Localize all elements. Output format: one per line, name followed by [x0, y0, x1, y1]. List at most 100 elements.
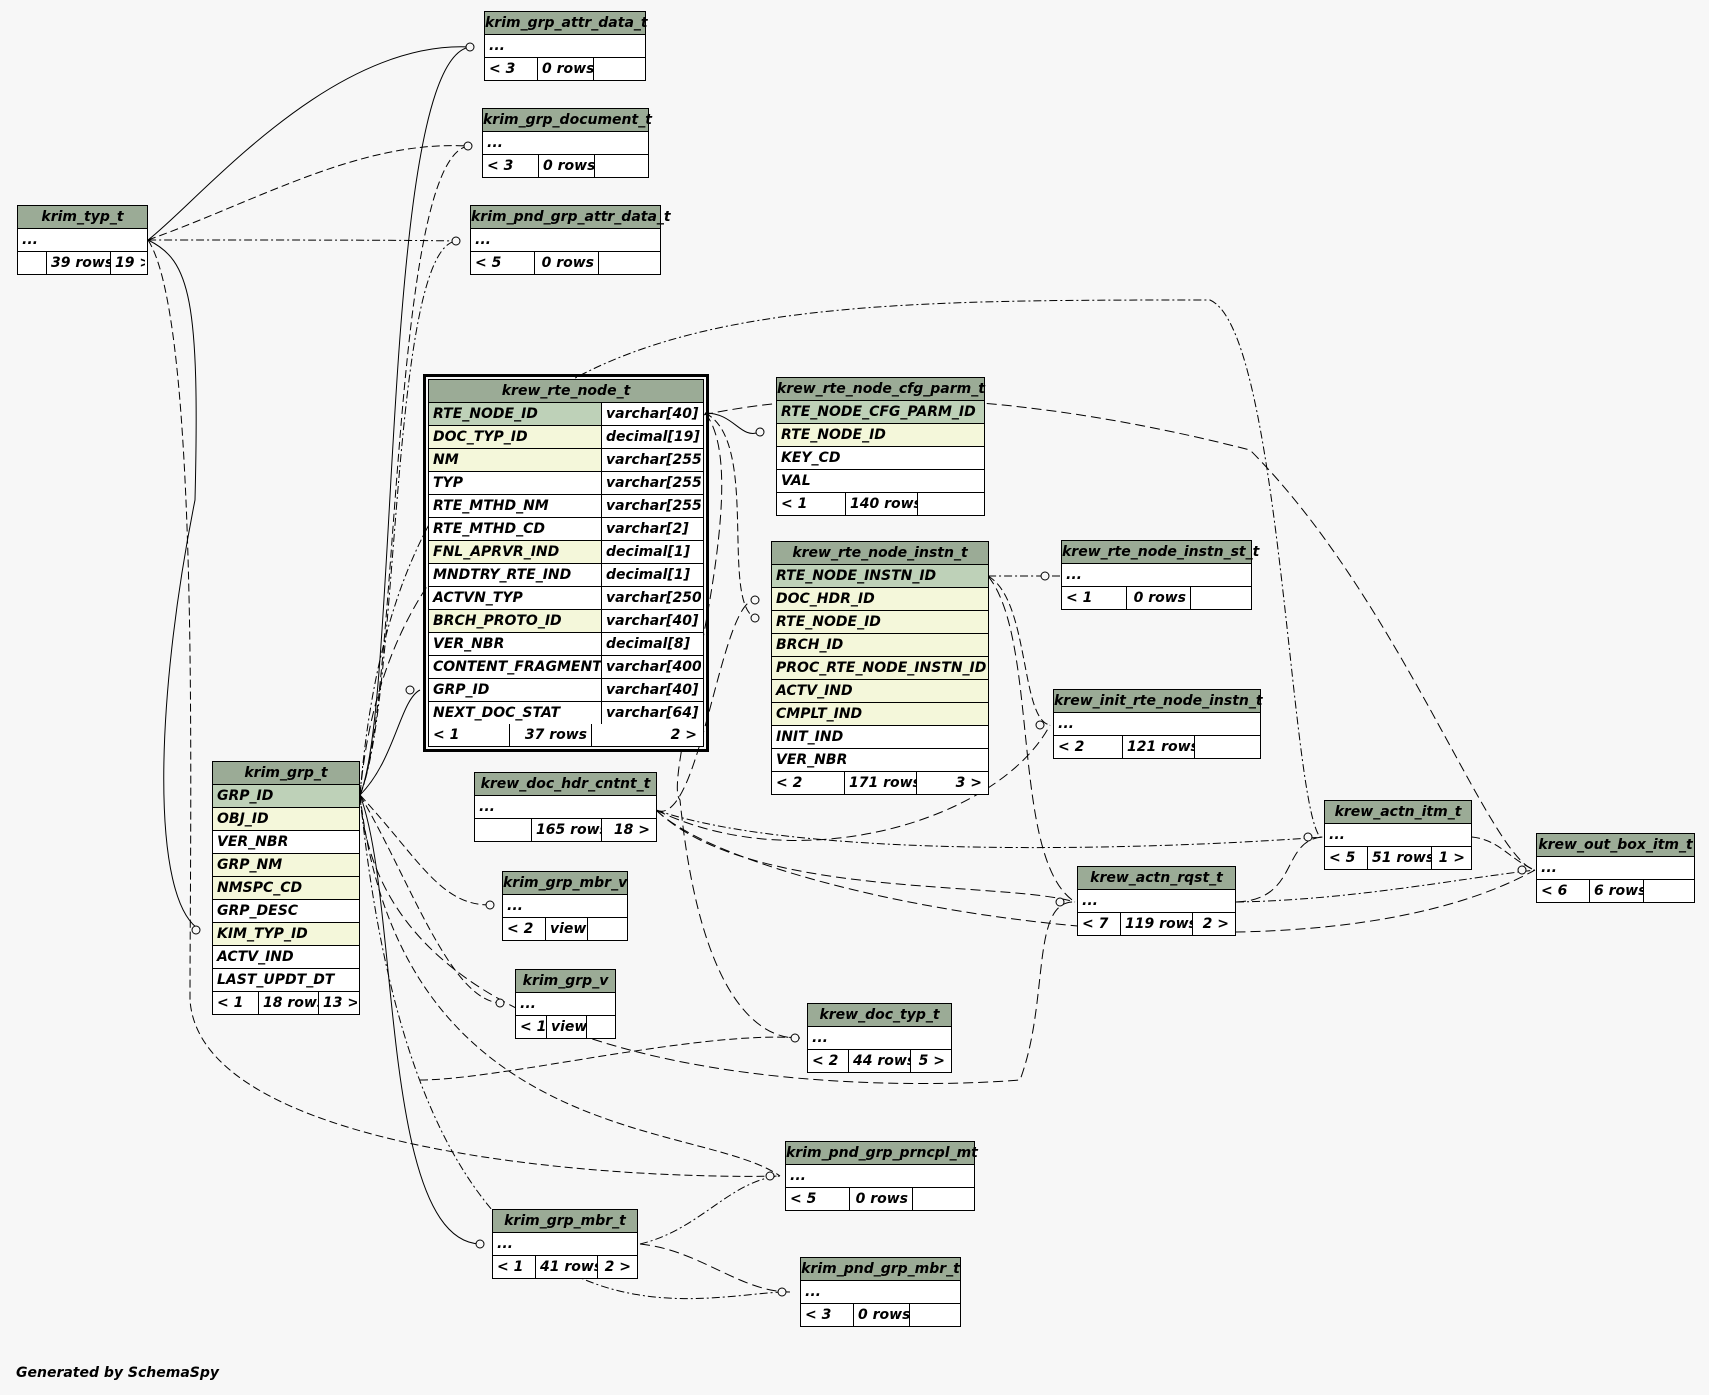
children-count[interactable] [912, 1188, 972, 1210]
table-krew-rte-node-instn-t[interactable]: krew_rte_node_instn_t RTE_NODE_INSTN_ID … [771, 541, 989, 795]
table-krim-grp-t[interactable]: krim_grp_t GRP_ID OBJ_ID VER_NBR GRP_NM … [212, 761, 360, 1015]
column-type: decimal[1] [601, 541, 701, 563]
children-count[interactable]: 19 > [110, 252, 145, 274]
table-krim-grp-v[interactable]: krim_grp_v ... < 1 view [515, 969, 616, 1039]
column-row: TYP varchar[255] [429, 472, 703, 495]
table-krew-rte-node-instn-st-t[interactable]: krew_rte_node_instn_st_t ... < 1 0 rows [1061, 540, 1259, 610]
row-count: 39 rows [46, 252, 110, 274]
column-name: RTE_NODE_ID [781, 427, 886, 443]
row-count: 171 rows [844, 772, 916, 794]
table-krew-out-box-itm-t[interactable]: krew_out_box_itm_t ... < 6 6 rows [1536, 833, 1695, 903]
parents-count[interactable] [475, 819, 531, 841]
column-type: varchar[255] [601, 449, 701, 471]
parents-count[interactable]: < 5 [786, 1188, 849, 1210]
column-type: decimal[1] [601, 564, 701, 586]
parents-count[interactable]: < 7 [1078, 913, 1120, 935]
column-name: KEY_CD [781, 450, 841, 466]
table-krim-typ-t[interactable]: krim_typ_t ... 39 rows 19 > [17, 205, 148, 275]
table-krew-doc-typ-t[interactable]: krew_doc_typ_t ... < 2 44 rows 5 > [807, 1003, 952, 1073]
table-krim-grp-attr-data-t[interactable]: krim_grp_attr_data_t ... < 3 0 rows [484, 11, 648, 81]
column-name: RTE_MTHD_NM [433, 498, 549, 514]
table-krew-actn-rqst-t[interactable]: krew_actn_rqst_t ... < 7 119 rows 2 > [1077, 866, 1236, 936]
parents-count[interactable]: < 1 [516, 1016, 546, 1038]
table-krim-grp-mbr-t[interactable]: krim_grp_mbr_t ... < 1 41 rows 2 > [492, 1209, 638, 1279]
column-name: BRCH_ID [776, 637, 844, 653]
table-title: krew_actn_rqst_t [1078, 867, 1235, 890]
row-count: 0 rows [538, 155, 594, 177]
children-count[interactable]: 2 > [591, 724, 701, 746]
row-count: 140 rows [845, 493, 917, 515]
children-count[interactable]: 18 > [601, 819, 654, 841]
table-krim-pnd-grp-attr-data-t[interactable]: krim_pnd_grp_attr_data_t ... < 5 0 rows [470, 205, 671, 275]
edge-rqst-actn-itm [1235, 836, 1324, 903]
children-count[interactable] [586, 1016, 613, 1038]
parents-count[interactable] [18, 252, 46, 274]
table-krew-init-rte-node-instn-t[interactable]: krew_init_rte_node_instn_t ... < 2 121 r… [1053, 689, 1263, 759]
parents-count[interactable]: < 2 [503, 918, 545, 940]
children-count[interactable] [598, 252, 658, 274]
column-name: GRP_ID [217, 788, 274, 804]
column-name: RTE_NODE_ID [429, 403, 601, 425]
table-krew-actn-itm-t[interactable]: krew_actn_itm_t ... < 5 51 rows 1 > [1324, 800, 1472, 870]
parents-count[interactable]: < 1 [213, 992, 258, 1014]
column-name: VAL [781, 473, 811, 489]
parents-count[interactable]: < 3 [485, 58, 537, 80]
table-title: krim_grp_mbr_v [503, 872, 627, 895]
column-name: MNDTRY_RTE_IND [433, 567, 572, 583]
row-count: view [546, 1016, 586, 1038]
row-count: 0 rows [1126, 587, 1190, 609]
children-count[interactable]: 1 > [1431, 847, 1469, 869]
children-count[interactable] [1190, 587, 1249, 609]
children-count[interactable] [593, 58, 643, 80]
table-krim-pnd-grp-prncpl-mt[interactable]: krim_pnd_grp_prncpl_mt ... < 5 0 rows [785, 1141, 978, 1211]
column-placeholder: ... [812, 1030, 828, 1046]
table-krim-grp-document-t[interactable]: krim_grp_document_t ... < 3 0 rows [482, 108, 652, 178]
parents-count[interactable]: < 3 [801, 1304, 853, 1326]
table-title: krim_grp_v [516, 970, 615, 993]
children-count[interactable]: 2 > [1192, 913, 1233, 935]
children-count[interactable] [909, 1304, 958, 1326]
column-type: decimal[8] [601, 633, 701, 655]
table-title: krim_grp_document_t [483, 109, 652, 132]
children-count[interactable]: 13 > [318, 992, 357, 1014]
parents-count[interactable]: < 2 [808, 1050, 848, 1072]
table-krim-pnd-grp-mbr-t[interactable]: krim_pnd_grp_mbr_t ... < 3 0 rows [800, 1257, 961, 1327]
children-count[interactable] [917, 493, 982, 515]
column-name: RTE_NODE_CFG_PARM_ID [781, 404, 976, 420]
column-name: VER_NBR [433, 636, 505, 652]
parents-count[interactable]: < 6 [1537, 880, 1589, 902]
parents-count[interactable]: < 1 [429, 724, 509, 746]
parents-count[interactable]: < 5 [1325, 847, 1367, 869]
parents-count[interactable]: < 3 [483, 155, 538, 177]
column-type: varchar[255] [601, 495, 701, 517]
children-count[interactable] [587, 918, 625, 940]
column-placeholder: ... [487, 135, 503, 151]
column-name: TYP [433, 475, 463, 491]
table-krew-rte-node-t[interactable]: krew_rte_node_t RTE_NODE_ID varchar[40] DO… [423, 374, 709, 752]
parents-count[interactable]: < 2 [772, 772, 844, 794]
column-name: NM [429, 449, 601, 471]
table-krim-grp-mbr-v[interactable]: krim_grp_mbr_v ... < 2 view [502, 871, 628, 941]
parents-count[interactable]: < 5 [471, 252, 534, 274]
table-title: krew_rte_node_t [429, 380, 703, 403]
row-count: 51 rows [1367, 847, 1431, 869]
column-placeholder: ... [805, 1284, 821, 1300]
table-krew-rte-node-cfg-parm-t[interactable]: krew_rte_node_cfg_parm_t RTE_NODE_CFG_PA… [776, 377, 985, 516]
children-count[interactable]: 3 > [916, 772, 986, 794]
column-placeholder: ... [520, 996, 536, 1012]
parents-count[interactable]: < 1 [493, 1256, 535, 1278]
edge-typ-pnd-grp-attr [147, 239, 457, 242]
edge-rqst-out-box [1235, 869, 1536, 903]
column-name: VER_NBR [217, 834, 289, 850]
parents-count[interactable]: < 1 [777, 493, 845, 515]
children-count[interactable] [1643, 880, 1692, 902]
children-count[interactable] [594, 155, 646, 177]
column-name: CMPLT_IND [776, 706, 863, 722]
column-name: RTE_NODE_INSTN_ID [776, 568, 937, 584]
parents-count[interactable]: < 1 [1062, 587, 1126, 609]
parents-count[interactable]: < 2 [1054, 736, 1122, 758]
children-count[interactable]: 2 > [597, 1256, 635, 1278]
children-count[interactable] [1194, 736, 1258, 758]
children-count[interactable]: 5 > [910, 1050, 949, 1072]
table-krew-doc-hdr-cntnt-t[interactable]: krew_doc_hdr_cntnt_t ... 165 rows 18 > [474, 772, 657, 842]
